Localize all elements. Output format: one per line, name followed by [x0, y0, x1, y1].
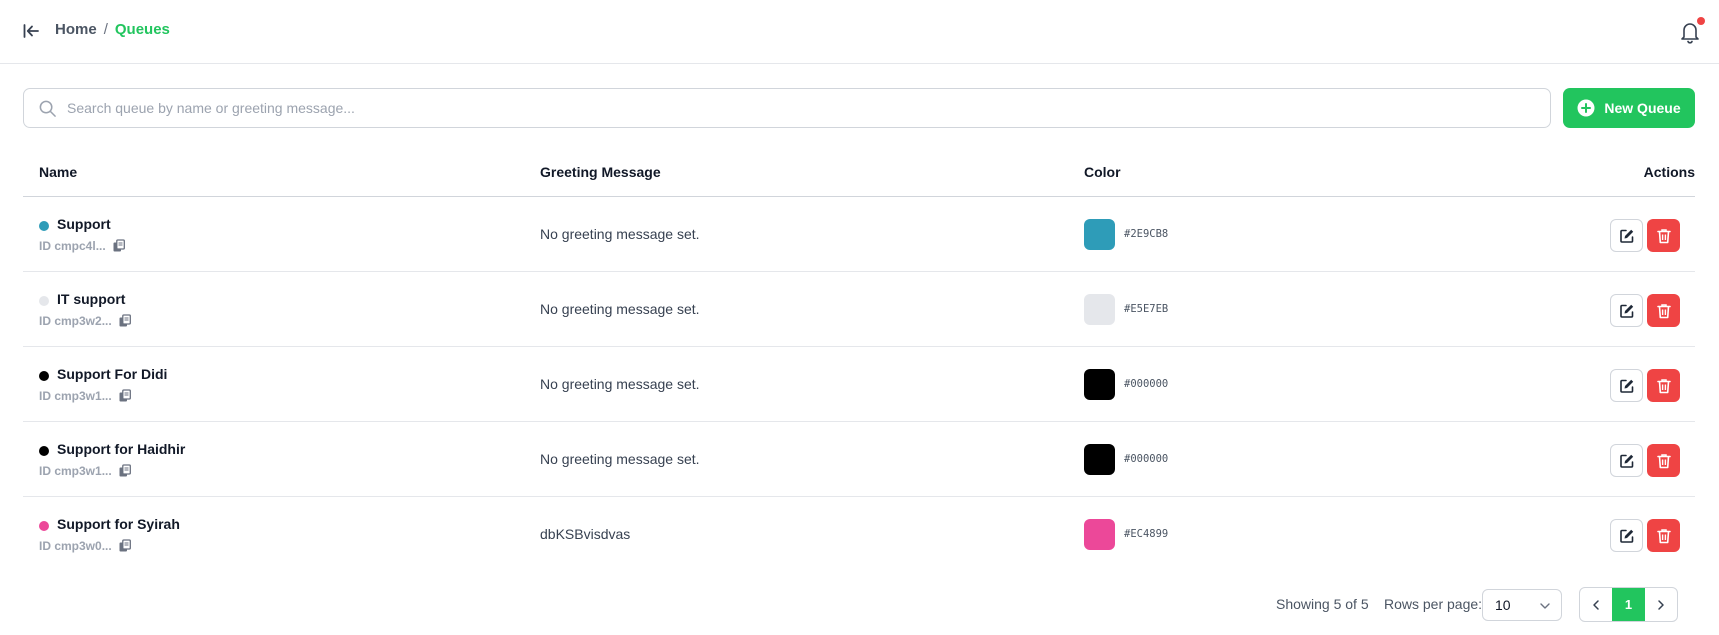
- search-box: [23, 88, 1551, 128]
- queue-id-text: ID cmp3w1...: [39, 389, 112, 403]
- search-input[interactable]: [67, 89, 1537, 127]
- copy-icon[interactable]: [118, 389, 132, 403]
- edit-icon: [1619, 304, 1633, 318]
- edit-icon: [1619, 229, 1633, 243]
- edit-queue-button[interactable]: [1610, 369, 1643, 402]
- greeting-message: No greeting message set.: [540, 301, 700, 317]
- greeting-message: dbKSBvisdvas: [540, 526, 631, 542]
- delete-queue-button[interactable]: [1647, 219, 1680, 252]
- queue-id-text: ID cmp3w2...: [39, 314, 112, 328]
- column-header-actions: Actions: [1643, 164, 1695, 180]
- color-swatch: [1084, 294, 1115, 325]
- queue-name: Support for Syirah: [57, 516, 180, 532]
- breadcrumb: Home / Queues: [55, 21, 170, 38]
- queue-id: ID cmpc4l...: [39, 239, 126, 253]
- next-page-button[interactable]: [1645, 588, 1677, 621]
- copy-icon[interactable]: [118, 539, 132, 553]
- queue-id-text: ID cmp3w1...: [39, 464, 112, 478]
- copy-icon[interactable]: [118, 314, 132, 328]
- trash-icon: [1656, 303, 1671, 318]
- queue-name: IT support: [57, 291, 126, 307]
- color-hex: #E5E7EB: [1124, 303, 1169, 315]
- pagination-control: 1: [1579, 587, 1678, 622]
- color-swatch: [1084, 369, 1115, 400]
- queue-id: ID cmp3w1...: [39, 464, 132, 478]
- color-hex: #EC4899: [1124, 528, 1169, 540]
- table-row: IT support ID cmp3w2... No greeting messag…: [23, 272, 1695, 347]
- color-hex: #000000: [1124, 378, 1169, 390]
- rows-per-page-label: Rows per page:: [1384, 596, 1483, 612]
- queue-id: ID cmp3w1...: [39, 389, 132, 403]
- color-swatch: [1084, 519, 1115, 550]
- rows-per-page-value: 10: [1495, 597, 1511, 613]
- breadcrumb-current: Queues: [114, 21, 170, 38]
- queue-name: Support: [57, 216, 111, 232]
- new-queue-button[interactable]: New Queue: [1563, 88, 1695, 128]
- edit-queue-button[interactable]: [1610, 444, 1643, 477]
- previous-page-button[interactable]: [1580, 588, 1612, 621]
- edit-queue-button[interactable]: [1610, 219, 1643, 252]
- notifications-button[interactable]: [1679, 17, 1705, 45]
- column-header-name: Name: [39, 164, 78, 180]
- greeting-message: No greeting message set.: [540, 376, 700, 392]
- queue-color-dot: [39, 296, 49, 306]
- breadcrumb-home-link[interactable]: Home: [55, 21, 97, 38]
- edit-queue-button[interactable]: [1610, 294, 1643, 327]
- table-row: Support for Haidhir ID cmp3w1... No greeti…: [23, 422, 1695, 497]
- collapse-left-icon: [23, 24, 39, 38]
- greeting-message: No greeting message set.: [540, 451, 700, 467]
- queue-color-dot: [39, 371, 49, 381]
- rows-per-page-select[interactable]: 10: [1482, 589, 1562, 621]
- search-icon: [39, 100, 56, 117]
- edit-icon: [1619, 454, 1633, 468]
- page-button-current[interactable]: 1: [1612, 588, 1645, 621]
- breadcrumb-separator: /: [103, 21, 108, 38]
- copy-icon[interactable]: [112, 239, 126, 253]
- chevron-right-icon: [1658, 599, 1664, 610]
- table-row: Support For Didi ID cmp3w1... No greeting …: [23, 347, 1695, 422]
- plus-circle-icon: [1577, 99, 1595, 117]
- trash-icon: [1656, 453, 1671, 468]
- collapse-sidebar-button[interactable]: [20, 20, 42, 42]
- delete-queue-button[interactable]: [1647, 519, 1680, 552]
- delete-queue-button[interactable]: [1647, 444, 1680, 477]
- copy-icon[interactable]: [118, 464, 132, 478]
- chevron-down-icon: [1540, 603, 1550, 609]
- trash-icon: [1656, 378, 1671, 393]
- queue-name: Support For Didi: [57, 366, 168, 382]
- column-header-greeting: Greeting Message: [540, 164, 661, 180]
- table-row: Support ID cmpc4l... No greeting message s…: [23, 197, 1695, 272]
- new-queue-label: New Queue: [1604, 100, 1681, 116]
- color-swatch: [1084, 219, 1115, 250]
- edit-icon: [1619, 379, 1633, 393]
- top-bar: Home / Queues: [0, 0, 1719, 64]
- queue-id: ID cmp3w2...: [39, 314, 132, 328]
- edit-queue-button[interactable]: [1610, 519, 1643, 552]
- delete-queue-button[interactable]: [1647, 294, 1680, 327]
- queue-id: ID cmp3w0...: [39, 539, 132, 553]
- column-header-color: Color: [1084, 164, 1121, 180]
- trash-icon: [1656, 528, 1671, 543]
- greeting-message: No greeting message set.: [540, 226, 700, 242]
- queue-color-dot: [39, 521, 49, 531]
- edit-icon: [1619, 529, 1633, 543]
- trash-icon: [1656, 228, 1671, 243]
- queue-id-text: ID cmp3w0...: [39, 539, 112, 553]
- chevron-left-icon: [1593, 599, 1599, 610]
- queue-id-text: ID cmpc4l...: [39, 239, 106, 253]
- color-swatch: [1084, 444, 1115, 475]
- color-hex: #000000: [1124, 453, 1169, 465]
- table-row: Support for Syirah ID cmp3w0... dbKSBvisdv…: [23, 497, 1695, 572]
- showing-count: Showing 5 of 5: [1276, 596, 1369, 612]
- queue-color-dot: [39, 446, 49, 456]
- delete-queue-button[interactable]: [1647, 369, 1680, 402]
- color-hex: #2E9CB8: [1124, 228, 1169, 240]
- notification-badge-dot: [1697, 17, 1705, 25]
- queue-color-dot: [39, 221, 49, 231]
- queue-name: Support for Haidhir: [57, 441, 186, 457]
